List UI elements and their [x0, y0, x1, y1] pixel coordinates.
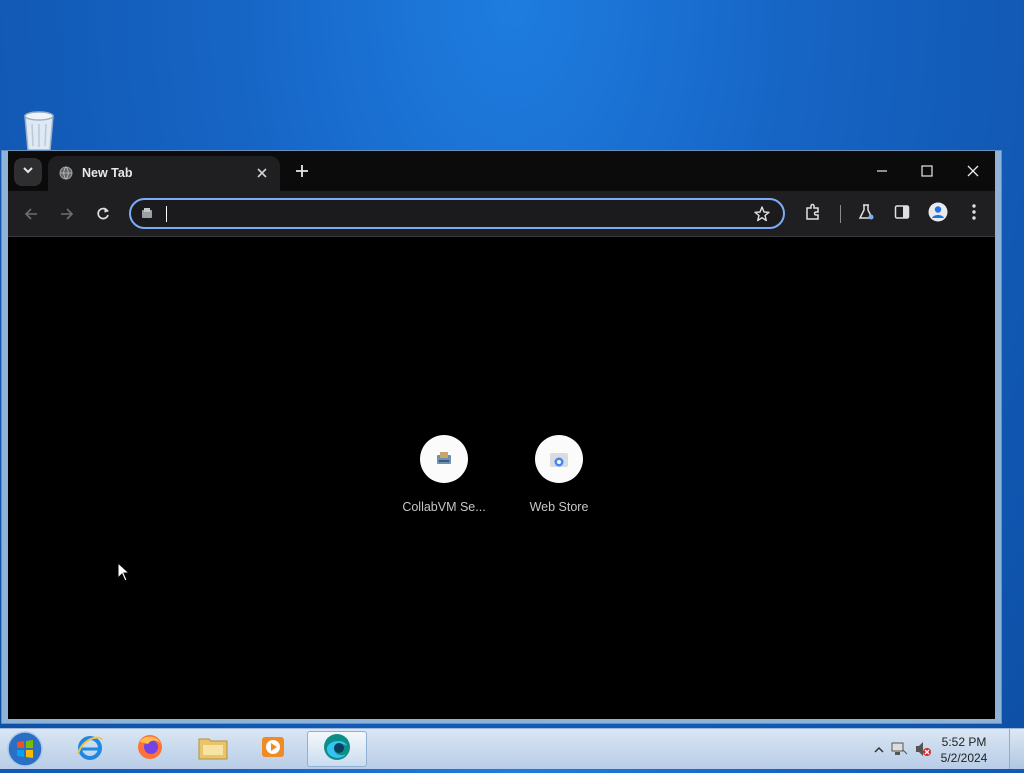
volume-muted-icon[interactable]	[914, 740, 932, 763]
shortcut-label: CollabVM Se...	[402, 500, 486, 514]
text-caret	[166, 206, 167, 222]
clock[interactable]: 5:52 PM 5/2/2024	[934, 734, 994, 766]
reload-button[interactable]	[90, 201, 116, 227]
side-panel-button[interactable]	[889, 201, 915, 227]
avatar-icon	[928, 202, 948, 227]
folder-icon	[197, 732, 229, 767]
flask-icon	[857, 203, 875, 226]
show-desktop-button[interactable]	[1009, 729, 1024, 769]
chevron-down-icon	[22, 163, 34, 181]
start-button[interactable]	[6, 730, 46, 768]
taskbar-firefox[interactable]	[122, 731, 178, 767]
show-hidden-icons-button[interactable]	[874, 742, 884, 760]
media-player-icon	[258, 732, 288, 767]
network-icon[interactable]	[890, 740, 908, 763]
minimize-button[interactable]	[860, 157, 904, 185]
new-tab-button[interactable]	[290, 159, 314, 183]
globe-icon	[59, 166, 73, 180]
forward-button[interactable]	[54, 201, 80, 227]
firefox-icon	[135, 732, 165, 767]
profile-button[interactable]	[925, 201, 951, 227]
taskbar-file-explorer[interactable]	[185, 731, 241, 767]
puzzle-icon	[804, 203, 822, 226]
address-bar[interactable]	[129, 198, 785, 229]
internet-explorer-icon	[75, 732, 105, 767]
close-tab-icon[interactable]	[252, 163, 272, 183]
shortcut-web-store-icon	[535, 435, 583, 483]
mouse-cursor-icon	[117, 561, 131, 582]
taskbar: 5:52 PM 5/2/2024	[0, 728, 1024, 769]
site-info-icon[interactable]	[140, 207, 154, 221]
close-window-button[interactable]	[951, 157, 995, 185]
tab-strip: New Tab	[8, 151, 995, 191]
toolbar-divider	[840, 205, 841, 223]
browser-window: New Tab CollabVM Se... Web Store	[1, 150, 1002, 724]
side-panel-icon	[894, 204, 910, 225]
tab-new-tab[interactable]: New Tab	[48, 156, 280, 191]
menu-button[interactable]	[961, 201, 987, 227]
tab-title: New Tab	[82, 166, 133, 180]
browser-inner: New Tab CollabVM Se... Web Store	[8, 151, 995, 719]
address-input[interactable]	[163, 203, 727, 226]
bookmark-star-icon[interactable]	[753, 205, 771, 223]
edge-icon	[321, 731, 353, 768]
shortcut-label: Web Store	[529, 500, 589, 514]
kebab-menu-icon	[972, 203, 976, 225]
new-tab-page: CollabVM Se... Web Store	[8, 237, 995, 719]
clock-date: 5/2/2024	[940, 751, 988, 765]
clock-time: 5:52 PM	[941, 735, 987, 749]
taskbar-media-player[interactable]	[245, 731, 301, 767]
taskbar-edge[interactable]	[307, 731, 367, 767]
shortcut-tile[interactable]: Web Store	[509, 435, 609, 514]
shortcut-collabvm-icon	[420, 435, 468, 483]
back-button[interactable]	[18, 201, 44, 227]
recycle-bin-icon[interactable]	[18, 110, 60, 152]
system-tray: 5:52 PM 5/2/2024	[864, 729, 1024, 769]
taskbar-internet-explorer[interactable]	[62, 731, 118, 767]
labs-button[interactable]	[853, 201, 879, 227]
browser-toolbar	[8, 191, 995, 237]
extensions-button[interactable]	[800, 201, 826, 227]
tab-search-button[interactable]	[14, 158, 42, 186]
maximize-button[interactable]	[905, 157, 949, 185]
shortcut-tile[interactable]: CollabVM Se...	[394, 435, 494, 514]
